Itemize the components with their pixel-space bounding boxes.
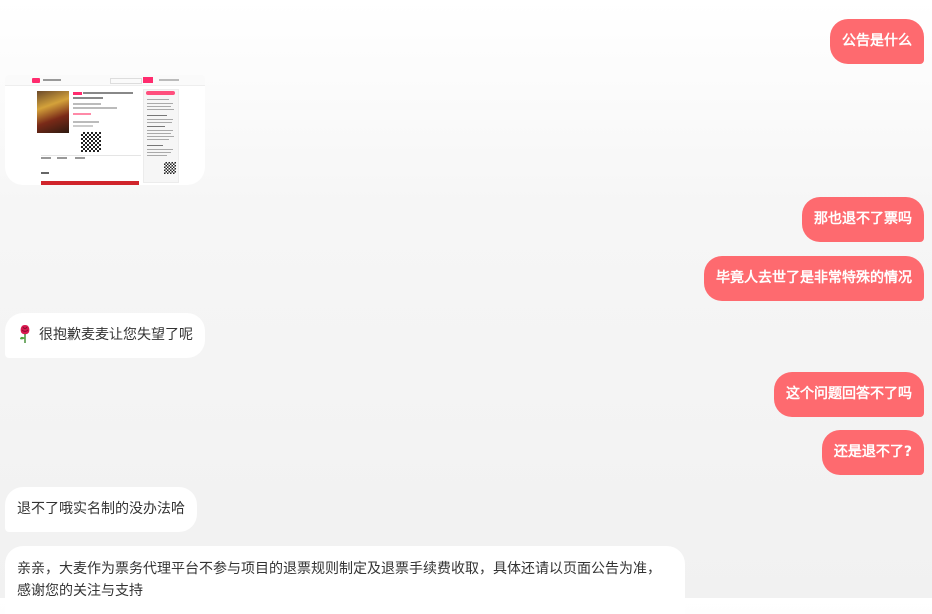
screenshot-line xyxy=(147,133,171,134)
screenshot-line xyxy=(147,122,172,123)
screenshot-tag xyxy=(73,92,82,95)
screenshot-line xyxy=(147,119,173,120)
screenshot-line xyxy=(147,109,174,110)
screenshot-label xyxy=(41,172,49,174)
incoming-message: 亲亲，大麦作为票务代理平台不参与项目的退票规则制定及退票手续费收取，具体还请以页… xyxy=(5,546,685,614)
incoming-message: 很抱歉麦麦让您失望了呢 xyxy=(5,313,205,358)
qr-code-icon xyxy=(81,132,101,152)
message-text: 这个问题回答不了吗 xyxy=(786,386,912,402)
screenshot-line xyxy=(73,107,117,109)
outgoing-message: 这个问题回答不了吗 xyxy=(774,372,924,417)
screenshot-line xyxy=(73,113,91,115)
chat-window: 公告是什么 那也退不了票吗 毕竟人去世了是非常特殊的情况 很抱歉麦麦让您失望了呢… xyxy=(0,0,932,614)
screenshot-line xyxy=(147,149,173,150)
screenshot-line xyxy=(147,152,171,153)
rose-icon xyxy=(20,325,30,343)
screenshot-line xyxy=(73,97,103,99)
screenshot-line xyxy=(147,106,171,107)
screenshot-line xyxy=(147,115,167,116)
outgoing-message: 那也退不了票吗 xyxy=(802,197,924,242)
screenshot-line xyxy=(147,99,169,100)
screenshot-line xyxy=(147,155,167,156)
message-text: 毕竟人去世了是非常特殊的情况 xyxy=(716,270,912,286)
outgoing-message: 还是退不了? xyxy=(821,430,924,475)
screenshot-line xyxy=(147,103,173,104)
screenshot-nav xyxy=(43,79,61,81)
screenshot-line xyxy=(147,145,163,146)
message-text: 还是退不了? xyxy=(833,444,912,460)
message-text: 亲亲，大麦作为票务代理平台不参与项目的退票规则制定及退票手续费收取，具体还请以页… xyxy=(17,561,661,599)
screenshot-line xyxy=(147,126,165,127)
outgoing-message: 公告是什么 xyxy=(830,19,924,64)
screenshot-line xyxy=(147,139,169,140)
message-text: 那也退不了票吗 xyxy=(814,211,912,227)
screenshot-user xyxy=(159,79,179,81)
outgoing-message: 毕竟人去世了是非常特殊的情况 xyxy=(704,256,924,301)
screenshot-tabs xyxy=(41,155,141,156)
message-text: 很抱歉麦麦让您失望了呢 xyxy=(39,327,193,343)
screenshot-tab xyxy=(75,157,85,159)
screenshot-button xyxy=(143,77,153,83)
screenshot-line xyxy=(73,121,99,123)
screenshot-line xyxy=(73,103,101,105)
screenshot-tab xyxy=(57,157,67,159)
screenshot-line xyxy=(147,130,173,131)
qr-code-icon xyxy=(164,162,176,174)
screenshot-sidehead xyxy=(146,91,175,95)
screenshot-search xyxy=(110,78,142,84)
message-text: 公告是什么 xyxy=(842,33,912,49)
screenshot-tab xyxy=(41,157,51,159)
incoming-message: 退不了哦实名制的没办法哈 xyxy=(5,487,197,532)
message-text: 退不了哦实名制的没办法哈 xyxy=(17,501,185,517)
shared-screenshot-image[interactable] xyxy=(5,75,205,185)
screenshot-line xyxy=(147,136,174,137)
screenshot-line xyxy=(83,92,133,94)
screenshot-banner xyxy=(41,181,139,185)
brand-logo-icon xyxy=(32,78,40,83)
screenshot-line xyxy=(73,125,93,127)
poster-image xyxy=(37,91,69,133)
